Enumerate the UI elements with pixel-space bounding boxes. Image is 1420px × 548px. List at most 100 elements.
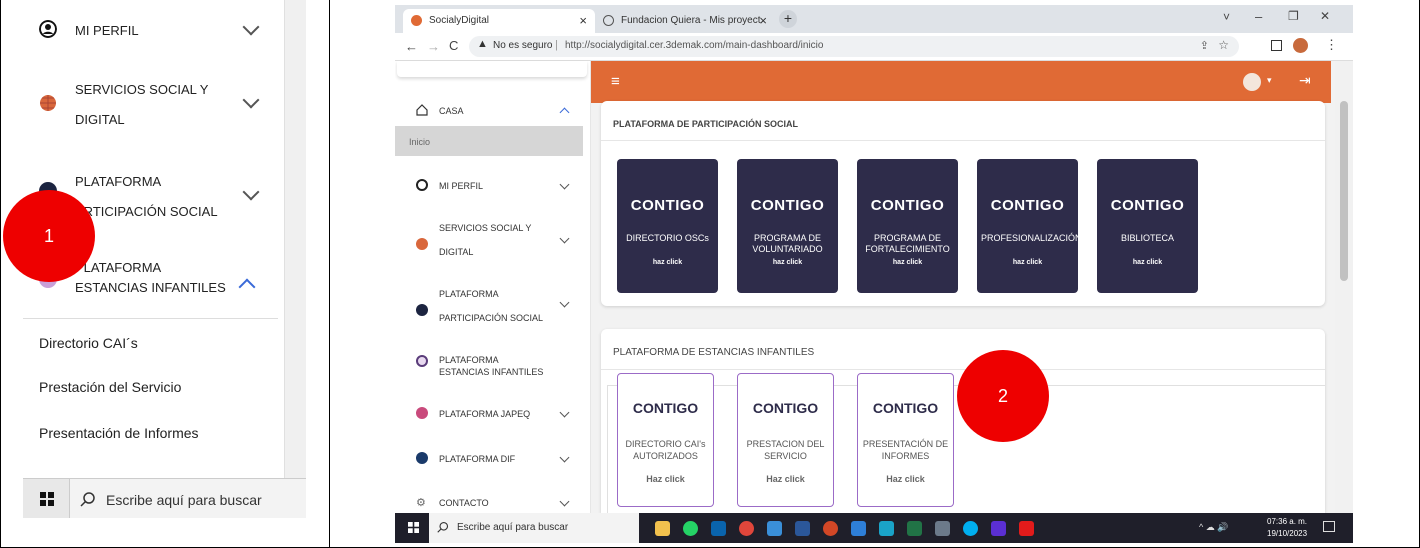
app-sidebar: CASA Inicio MI PERFIL SERVICIOS SOCIAL Y… [395,61,591,513]
chevron-down-icon[interactable] [559,233,570,244]
tab-label: Fundacion Quiera - Mis proyect [621,15,761,26]
sidebar-item-label-line1: SERVICIOS SOCIAL Y [439,223,532,233]
sidebar-item-label: PLATAFORMA JAPEQ [439,409,531,419]
contigo-logo: CONTIGO [872,400,939,416]
skype-icon[interactable] [963,521,978,536]
notification-icon[interactable] [1323,521,1335,532]
taskbar-search-box[interactable]: Escribe aquí para buscar [429,513,639,543]
estancias-card[interactable]: CONTIGO DIRECTORIO CAI's AUTORIZADOS Haz c… [617,373,714,507]
chevron-down-icon[interactable] [559,179,570,190]
more-icon[interactable]: ⋮ [1325,37,1338,53]
calculator-icon[interactable] [935,521,950,536]
address-bar: ← → C ▲ No es seguro | http://socialydig… [395,33,1353,61]
tab-socialydigital[interactable]: SocialyDigital × [403,9,595,33]
menu-item-servicios[interactable]: SERVICIOS SOCIAL Y DIGITAL [23,78,283,128]
participacion-card[interactable]: CONTIGO DIRECTORIO OSCs haz click [617,159,718,293]
sidebar-item-participacion[interactable]: PLATAFORMA PARTICIPACIÓN SOCIAL [395,287,591,327]
card-title: PROFESIONALIZACIÓN [981,233,1082,243]
windows-icon[interactable] [408,522,419,533]
chevron-down-icon[interactable] [242,91,260,109]
close-window-button[interactable]: ✕ [1320,9,1330,23]
tab-fundacion-quiera[interactable]: Fundacion Quiera - Mis proyect × [595,9,775,33]
chevron-down-icon[interactable]: ▾ [1267,75,1272,86]
left-scrollbar[interactable] [284,0,306,478]
sidebar-item-label-line2: PARTICIPACIÓN SOCIAL [439,313,544,323]
whatsapp-icon[interactable] [683,521,698,536]
teams-icon[interactable] [851,521,866,536]
taskbar-search-box[interactable]: Escribe aquí para buscar [69,479,306,518]
top-app-bar: ≡ ▾ ⇥ [591,61,1331,103]
url-field[interactable]: ▲ No es seguro | http://socialydigital.c… [469,36,1239,57]
tab-close-icon[interactable]: × [579,13,587,28]
taskbar-search-text: Escribe aquí para buscar [457,522,569,533]
reload-icon[interactable]: C [449,38,458,53]
word-icon[interactable] [795,521,810,536]
logout-icon[interactable]: ⇥ [1299,72,1311,89]
powerpoint-icon[interactable] [823,521,838,536]
sidebar-item-dif[interactable]: PLATAFORMA DIF [395,449,591,469]
restore-button[interactable]: ❐ [1288,9,1299,23]
contigo-logo: CONTIGO [752,400,819,416]
card-click-label: haz click [652,259,683,266]
window-menu-button[interactable]: ˅ [1223,10,1230,24]
back-icon[interactable]: ← [405,39,418,54]
scroll-thumb[interactable] [1340,101,1348,281]
chevron-down-icon[interactable] [559,452,570,463]
sidebar-item-mi-perfil[interactable]: MI PERFIL [395,176,591,196]
sidebar-item-inicio[interactable]: Inicio [395,126,583,156]
share-icon[interactable]: ⇪ [1200,39,1209,52]
new-tab-button[interactable]: + [779,10,797,28]
forward-icon[interactable]: → [427,39,440,54]
star-icon[interactable]: ☆ [1218,38,1229,52]
acrobat-icon[interactable] [1019,521,1034,536]
sidepanel-icon[interactable] [1271,40,1282,51]
sidebar-item-label-line1: PLATAFORMA [439,289,499,299]
profile-icon[interactable] [1293,38,1308,53]
sidebar-item-estancias[interactable]: PLATAFORMA ESTANCIAS INFANTILES [395,353,591,383]
chevron-down-icon[interactable] [559,496,570,507]
page-scrollbar[interactable] [1335,61,1353,513]
participacion-card[interactable]: CONTIGO PROGRAMA DE FORTALECIMIENTO haz cl… [857,159,958,293]
participacion-card[interactable]: CONTIGO PROFESIONALIZACIÓN haz click [977,159,1082,293]
sidebar-item-contacto[interactable]: ⚙ CONTACTO [395,493,591,513]
submenu-prestacion[interactable]: Prestación del Servicio [39,379,181,395]
card-title: PRESTACION DEL SERVICIO [746,439,825,461]
file-explorer-icon[interactable] [655,521,670,536]
kindle-icon[interactable] [879,521,894,536]
chevron-down-icon[interactable] [559,407,570,418]
chevron-down-icon[interactable] [242,183,260,201]
participacion-card[interactable]: CONTIGO PROGRAMA DE VOLUNTARIADO haz click [737,159,838,293]
sidebar-item-japeq[interactable]: PLATAFORMA JAPEQ [395,404,591,424]
sidebar-top-card [397,61,587,77]
hamburger-icon[interactable]: ≡ [611,73,620,90]
windows-icon[interactable] [40,492,54,506]
sidebar-item-label: CASA [439,106,464,116]
clock-time: 07:36 a. m. [1267,517,1308,526]
sidebar-item-servicios[interactable]: SERVICIOS SOCIAL Y DIGITAL [395,221,591,261]
music-icon[interactable] [991,521,1006,536]
excel-icon[interactable] [907,521,922,536]
card-click-label: Haz click [886,474,925,484]
outlook-icon[interactable] [711,521,726,536]
chevron-up-icon[interactable] [238,278,256,296]
chrome-icon[interactable] [739,521,754,536]
chevron-down-icon[interactable] [559,297,570,308]
estancias-card[interactable]: CONTIGO PRESENTACIÓN DE INFORMES Haz click [857,373,954,507]
app-icon[interactable] [767,521,782,536]
security-label: No es seguro [493,40,553,51]
tab-close-icon[interactable]: × [759,13,767,28]
avatar[interactable] [1243,73,1261,91]
contigo-logo: CONTIGO [750,197,825,214]
participacion-card[interactable]: CONTIGO BIBLIOTECA haz click [1097,159,1198,293]
tray-icons[interactable]: ^ ☁ 🔊 [1199,522,1228,533]
chevron-down-icon[interactable] [242,18,260,36]
tab-favicon-icon [411,15,422,26]
submenu-directorio[interactable]: Directorio CAI´s [39,335,138,351]
estancias-card[interactable]: CONTIGO PRESTACION DEL SERVICIO Haz click [737,373,834,507]
sidebar-item-casa[interactable]: CASA [395,101,591,121]
menu-item-mi-perfil[interactable]: MI PERFIL [23,18,283,42]
sidebar-item-label: MI PERFIL [439,181,484,191]
submenu-informes[interactable]: Presentación de Informes [39,425,199,441]
chevron-up-icon[interactable] [559,107,570,118]
minimize-button[interactable]: – [1255,9,1262,24]
